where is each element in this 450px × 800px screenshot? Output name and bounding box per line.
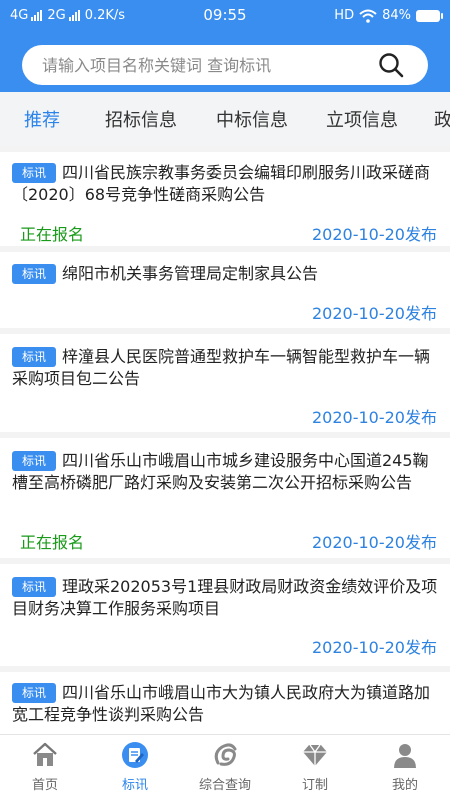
nav-label: 订制 (301, 778, 328, 793)
list-item[interactable]: 标讯 绵阳市机关事务管理局定制家具公告 2020-10-20发布 (0, 252, 450, 328)
list-item[interactable]: 标讯 四川省乐山市峨眉山市大为镇人民政府大为镇道路加宽工程竞争性谈判采购公告 (0, 672, 450, 734)
tab-tender-info[interactable]: 招标信息 (105, 106, 177, 132)
item-title[interactable]: 理政采202053号1理县财政局财政资金绩效评价及项目财务决算工作服务采购项目 (12, 576, 440, 620)
item-date: 2020-10-20发布 (312, 225, 437, 244)
tab-award-info[interactable]: 中标信息 (216, 106, 288, 132)
nav-item-combined-search[interactable]: 综合查询 (180, 735, 270, 800)
nav-label: 我的 (391, 778, 418, 793)
search-logo-icon (214, 743, 237, 766)
nav-label: 首页 (31, 778, 58, 793)
tab-recommend[interactable]: 推荐 (24, 106, 60, 132)
list-item[interactable]: 标讯 四川省乐山市峨眉山市城乡建设服务中心国道245鞠槽至高桥磷肥厂路灯采购及安… (0, 438, 450, 558)
bottom-nav: 首页 标讯 综合查询 订制 我的 (0, 734, 450, 800)
category-tabs: 推荐 招标信息 中标信息 立项信息 政 (0, 92, 450, 146)
hd-label: HD (334, 8, 355, 23)
search-bar[interactable] (22, 45, 428, 85)
list-item[interactable]: 标讯 四川省民族宗教事务委员会编辑印刷服务川政采磋商〔2020〕68号竞争性磋商… (0, 152, 450, 246)
nav-item-home[interactable]: 首页 (0, 735, 90, 800)
item-title[interactable]: 四川省乐山市峨眉山市大为镇人民政府大为镇道路加宽工程竞争性谈判采购公告 (12, 682, 440, 726)
app-header: 4G 2G 0.2K/s 09:55 HD 84% (0, 0, 450, 92)
item-title[interactable]: 四川省民族宗教事务委员会编辑印刷服务川政采磋商〔2020〕68号竞争性磋商采购公… (12, 162, 440, 206)
item-status: 正在报名 (20, 225, 85, 244)
item-title[interactable]: 四川省乐山市峨眉山市城乡建设服务中心国道245鞠槽至高桥磷肥厂路灯采购及安装第二… (12, 450, 440, 494)
battery-icon (416, 9, 443, 22)
list-item[interactable]: 标讯 梓潼县人民医院普通型救护车一辆智能型救护车一辆采购项目包二公告 2020-… (0, 334, 450, 432)
item-date: 2020-10-20发布 (312, 408, 437, 427)
nav-item-mine[interactable]: 我的 (360, 735, 450, 800)
home-icon (33, 742, 57, 766)
item-date: 2020-10-20发布 (312, 304, 437, 323)
item-date: 2020-10-20发布 (312, 638, 437, 657)
item-title[interactable]: 梓潼县人民医院普通型救护车一辆智能型救护车一辆采购项目包二公告 (12, 346, 440, 390)
bid-list: 标讯 四川省民族宗教事务委员会编辑印刷服务川政采磋商〔2020〕68号竞争性磋商… (0, 146, 450, 734)
list-item[interactable]: 标讯 理政采202053号1理县财政局财政资金绩效评价及项目财务决算工作服务采购… (0, 564, 450, 666)
tab-project-info[interactable]: 立项信息 (326, 106, 398, 132)
nav-item-bid-news[interactable]: 标讯 (90, 735, 180, 800)
nav-label: 综合查询 (198, 778, 251, 793)
wifi-icon (359, 9, 377, 23)
item-date: 2020-10-20发布 (312, 533, 437, 552)
status-right: HD 84% (334, 8, 443, 23)
search-input[interactable] (42, 45, 372, 85)
user-icon (394, 744, 416, 768)
nav-label: 标讯 (121, 778, 148, 793)
nav-item-customize[interactable]: 订制 (270, 735, 360, 800)
search-icon[interactable] (378, 52, 404, 78)
battery-percent: 84% (382, 8, 411, 23)
tab-government[interactable]: 政 (434, 106, 450, 132)
item-status: 正在报名 (20, 533, 85, 552)
diamond-icon (303, 744, 327, 766)
bid-news-icon (122, 742, 148, 768)
status-bar: 4G 2G 0.2K/s 09:55 HD 84% (0, 0, 450, 32)
item-title[interactable]: 绵阳市机关事务管理局定制家具公告 (12, 263, 440, 285)
